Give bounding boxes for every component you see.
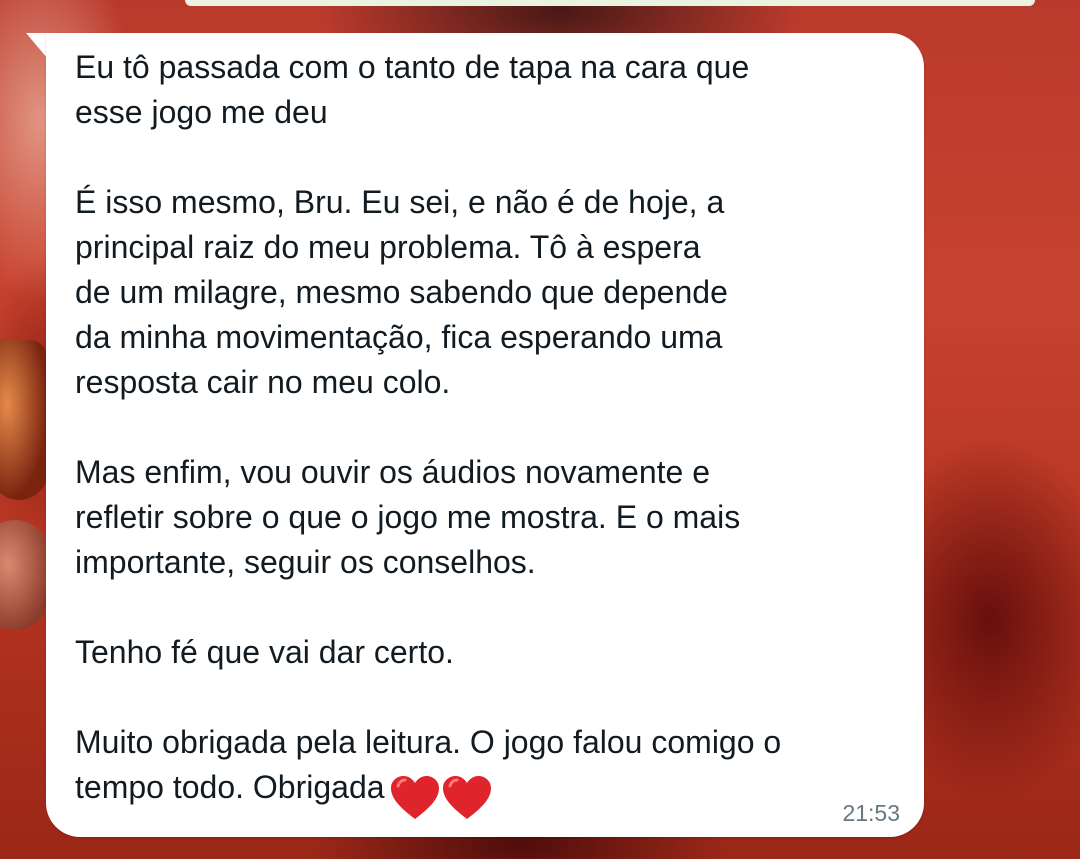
- wallpaper-hand: [0, 520, 50, 630]
- message-timestamp: 21:53: [842, 800, 900, 826]
- message-bubble[interactable]: Eu tô passada com o tanto de tapa na car…: [46, 33, 924, 837]
- red-heart-icon: [390, 775, 439, 819]
- previous-message-edge: [185, 0, 1035, 6]
- wallpaper-goblet: [0, 340, 48, 500]
- message-body: Eu tô passada com o tanto de tapa na car…: [75, 49, 782, 805]
- heart-emojis: [389, 773, 493, 822]
- message-text: Eu tô passada com o tanto de tapa na car…: [75, 45, 915, 822]
- red-heart-icon: [442, 775, 491, 819]
- bubble-tail: [26, 33, 48, 59]
